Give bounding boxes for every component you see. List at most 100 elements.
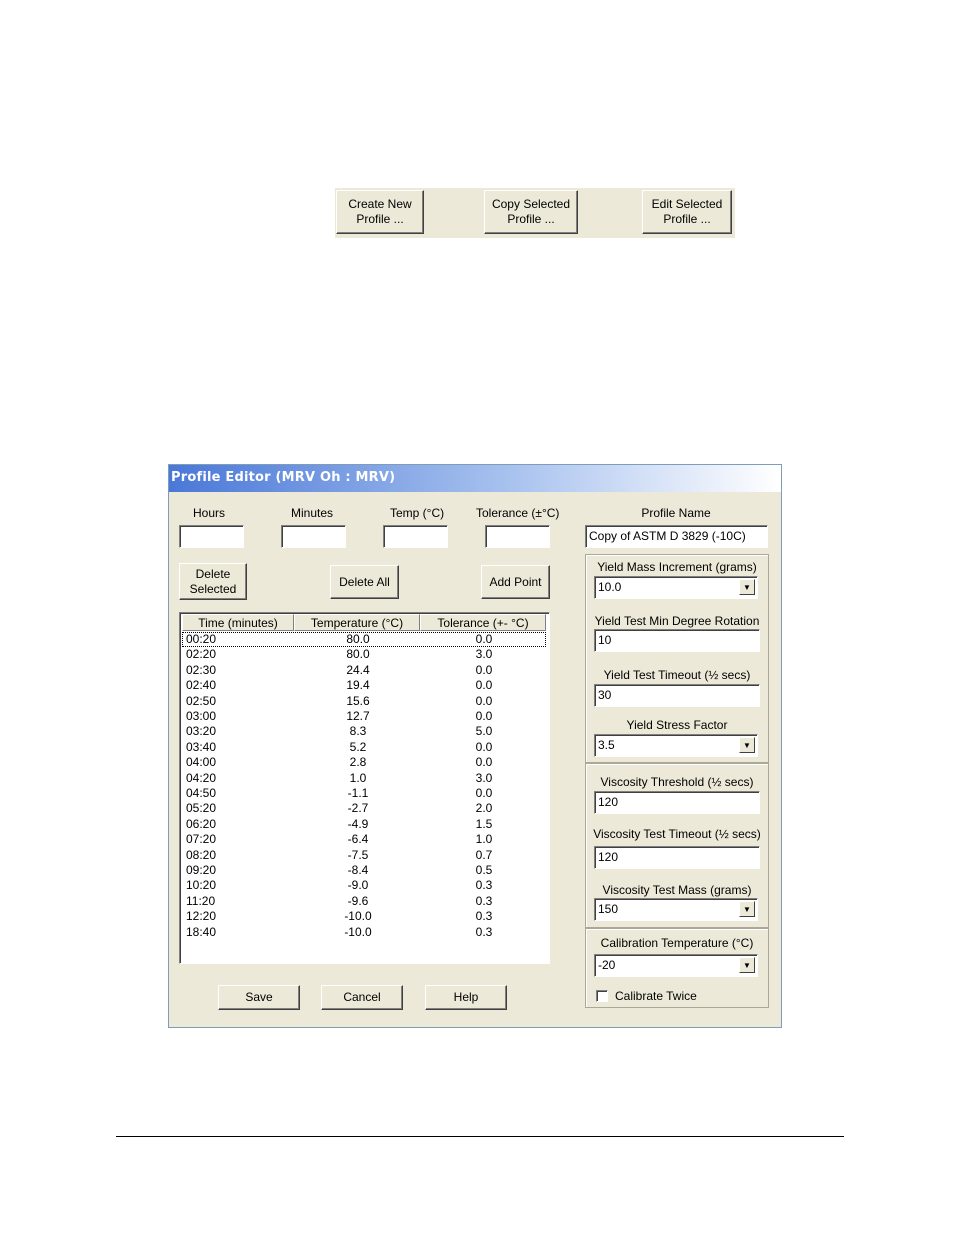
cell-time: 02:40 [186, 678, 217, 693]
temp-input[interactable] [383, 525, 448, 548]
table-row[interactable]: 00:20 80.0 0.0 [182, 632, 546, 648]
cell-time: 09:20 [186, 863, 217, 877]
cell-temperature: 15.6 [346, 693, 370, 708]
yield-mass-select[interactable]: 10.0 ▼ [594, 576, 758, 599]
save-button[interactable]: Save [218, 985, 300, 1010]
visc-timeout-label: Viscosity Test Timeout (½ secs) [593, 827, 761, 841]
cell-tolerance: 3.0 [475, 770, 493, 785]
table-row[interactable]: 05:20 -2.7 2.0 [182, 801, 546, 816]
cell-time: 08:20 [186, 847, 217, 862]
cell-tolerance: 1.5 [475, 816, 493, 831]
cell-temperature: -4.9 [347, 816, 369, 831]
yield-stress-label: Yield Stress Factor [626, 718, 728, 732]
column-header-time[interactable]: Time (minutes) [182, 614, 294, 631]
help-button[interactable]: Help [425, 985, 507, 1010]
cell-temperature: -6.4 [347, 832, 369, 847]
cell-temperature: 80.0 [346, 647, 370, 662]
visc-timeout-input[interactable]: 120 [594, 846, 760, 869]
window-title: Profile Editor (MRV Oh : MRV) [171, 470, 396, 485]
minutes-input[interactable] [281, 525, 346, 548]
cell-temperature: -9.0 [347, 878, 369, 893]
cell-temperature: -9.6 [347, 893, 369, 908]
table-row[interactable]: 10:20 -9.0 0.3 [182, 878, 546, 893]
cell-time: 07:20 [186, 832, 217, 847]
profile-name-input[interactable]: Copy of ASTM D 3829 (-10C) [585, 525, 768, 548]
delete-selected-button[interactable]: Delete Selected [179, 563, 247, 600]
cell-temperature: -7.5 [347, 847, 369, 862]
cell-tolerance: 0.0 [475, 693, 493, 708]
table-row[interactable]: 03:00 12.7 0.0 [182, 709, 546, 724]
delete-all-button[interactable]: Delete All [330, 565, 399, 599]
cell-temperature: -8.4 [347, 863, 369, 877]
table-row[interactable]: 08:20 -7.5 0.7 [182, 848, 546, 863]
cell-time: 04:00 [186, 755, 217, 770]
cell-time: 04:20 [186, 770, 217, 785]
cell-time: 02:20 [186, 647, 217, 662]
calibrate-twice-checkbox[interactable] [596, 990, 608, 1002]
yield-rotation-input[interactable]: 10 [594, 629, 760, 652]
cell-temperature: 8.3 [349, 724, 367, 739]
cell-time: 04:50 [186, 786, 217, 800]
add-point-button[interactable]: Add Point [481, 565, 550, 599]
cell-temperature: 80.0 [346, 632, 370, 646]
table-row[interactable]: 04:50 -1.1 0.0 [182, 786, 546, 801]
table-row[interactable]: 18:40 -10.0 0.3 [182, 925, 546, 940]
table-row[interactable]: 04:00 2.8 0.0 [182, 755, 546, 770]
cell-temperature: -2.7 [347, 801, 369, 816]
cell-tolerance: 1.0 [475, 832, 493, 847]
table-row[interactable]: 02:20 80.0 3.0 [182, 647, 546, 662]
cell-tolerance: 0.3 [475, 924, 493, 939]
cell-temperature: 5.2 [349, 739, 367, 754]
column-header-tolerance[interactable]: Tolerance (+- °C) [420, 614, 546, 631]
cell-tolerance: 0.0 [475, 632, 493, 646]
visc-threshold-input[interactable]: 120 [594, 791, 760, 814]
cell-time: 03:20 [186, 724, 217, 739]
cell-temperature: -10.0 [344, 924, 372, 939]
table-row[interactable]: 02:30 24.4 0.0 [182, 663, 546, 678]
cell-tolerance: 0.0 [475, 739, 493, 754]
table-row[interactable]: 06:20 -4.9 1.5 [182, 817, 546, 832]
cell-time: 06:20 [186, 816, 217, 831]
cell-temperature: 12.7 [346, 709, 370, 723]
page-divider [116, 1136, 844, 1137]
edit-selected-profile-button[interactable]: Edit Selected Profile ... [642, 190, 732, 234]
yield-timeout-input[interactable]: 30 [594, 684, 760, 707]
table-row[interactable]: 07:20 -6.4 1.0 [182, 832, 546, 847]
cell-tolerance: 0.0 [475, 678, 493, 693]
hours-label: Hours [193, 506, 226, 520]
cell-temperature: -1.1 [347, 786, 369, 800]
profile-editor-window: Profile Editor (MRV Oh : MRV) Hours Minu… [168, 464, 782, 1028]
column-header-temperature[interactable]: Temperature (°C) [294, 614, 420, 631]
tolerance-input[interactable] [485, 525, 550, 548]
table-row[interactable]: 12:20 -10.0 0.3 [182, 909, 546, 924]
table-row[interactable]: 02:50 15.6 0.0 [182, 694, 546, 709]
table-row[interactable]: 03:40 5.2 0.0 [182, 740, 546, 755]
hours-input[interactable] [179, 525, 244, 548]
table-row[interactable]: 02:40 19.4 0.0 [182, 678, 546, 693]
calib-temp-select[interactable]: -20 ▼ [594, 954, 758, 977]
create-new-profile-button[interactable]: Create New Profile ... [336, 190, 424, 234]
cell-time: 03:40 [186, 739, 217, 754]
visc-mass-select[interactable]: 150 ▼ [594, 898, 758, 921]
copy-selected-profile-button[interactable]: Copy Selected Profile ... [484, 190, 578, 234]
chevron-down-icon[interactable]: ▼ [739, 901, 755, 917]
chevron-down-icon[interactable]: ▼ [739, 957, 755, 973]
profile-points-table[interactable]: Time (minutes) Temperature (°C) Toleranc… [179, 612, 550, 964]
cell-tolerance: 0.3 [475, 909, 493, 924]
calib-temp-label: Calibration Temperature (°C) [600, 936, 754, 950]
profile-toolbar: Create New Profile ... Copy Selected Pro… [335, 188, 735, 238]
table-row[interactable]: 09:20 -8.4 0.5 [182, 863, 546, 878]
cell-time: 02:30 [186, 662, 217, 677]
cancel-button[interactable]: Cancel [321, 985, 403, 1010]
chevron-down-icon[interactable]: ▼ [739, 579, 755, 595]
yield-timeout-label: Yield Test Timeout (½ secs) [603, 668, 751, 682]
minutes-label: Minutes [291, 506, 334, 520]
table-row[interactable]: 04:20 1.0 3.0 [182, 771, 546, 786]
yield-stress-select[interactable]: 3.5 ▼ [594, 734, 758, 757]
chevron-down-icon[interactable]: ▼ [739, 737, 755, 753]
table-row[interactable]: 11:20 -9.6 0.3 [182, 894, 546, 909]
table-row[interactable]: 03:20 8.3 5.0 [182, 724, 546, 739]
cell-time: 11:20 [186, 893, 216, 908]
profile-name-label: Profile Name [641, 506, 711, 520]
title-bar[interactable]: Profile Editor (MRV Oh : MRV) [169, 465, 781, 492]
